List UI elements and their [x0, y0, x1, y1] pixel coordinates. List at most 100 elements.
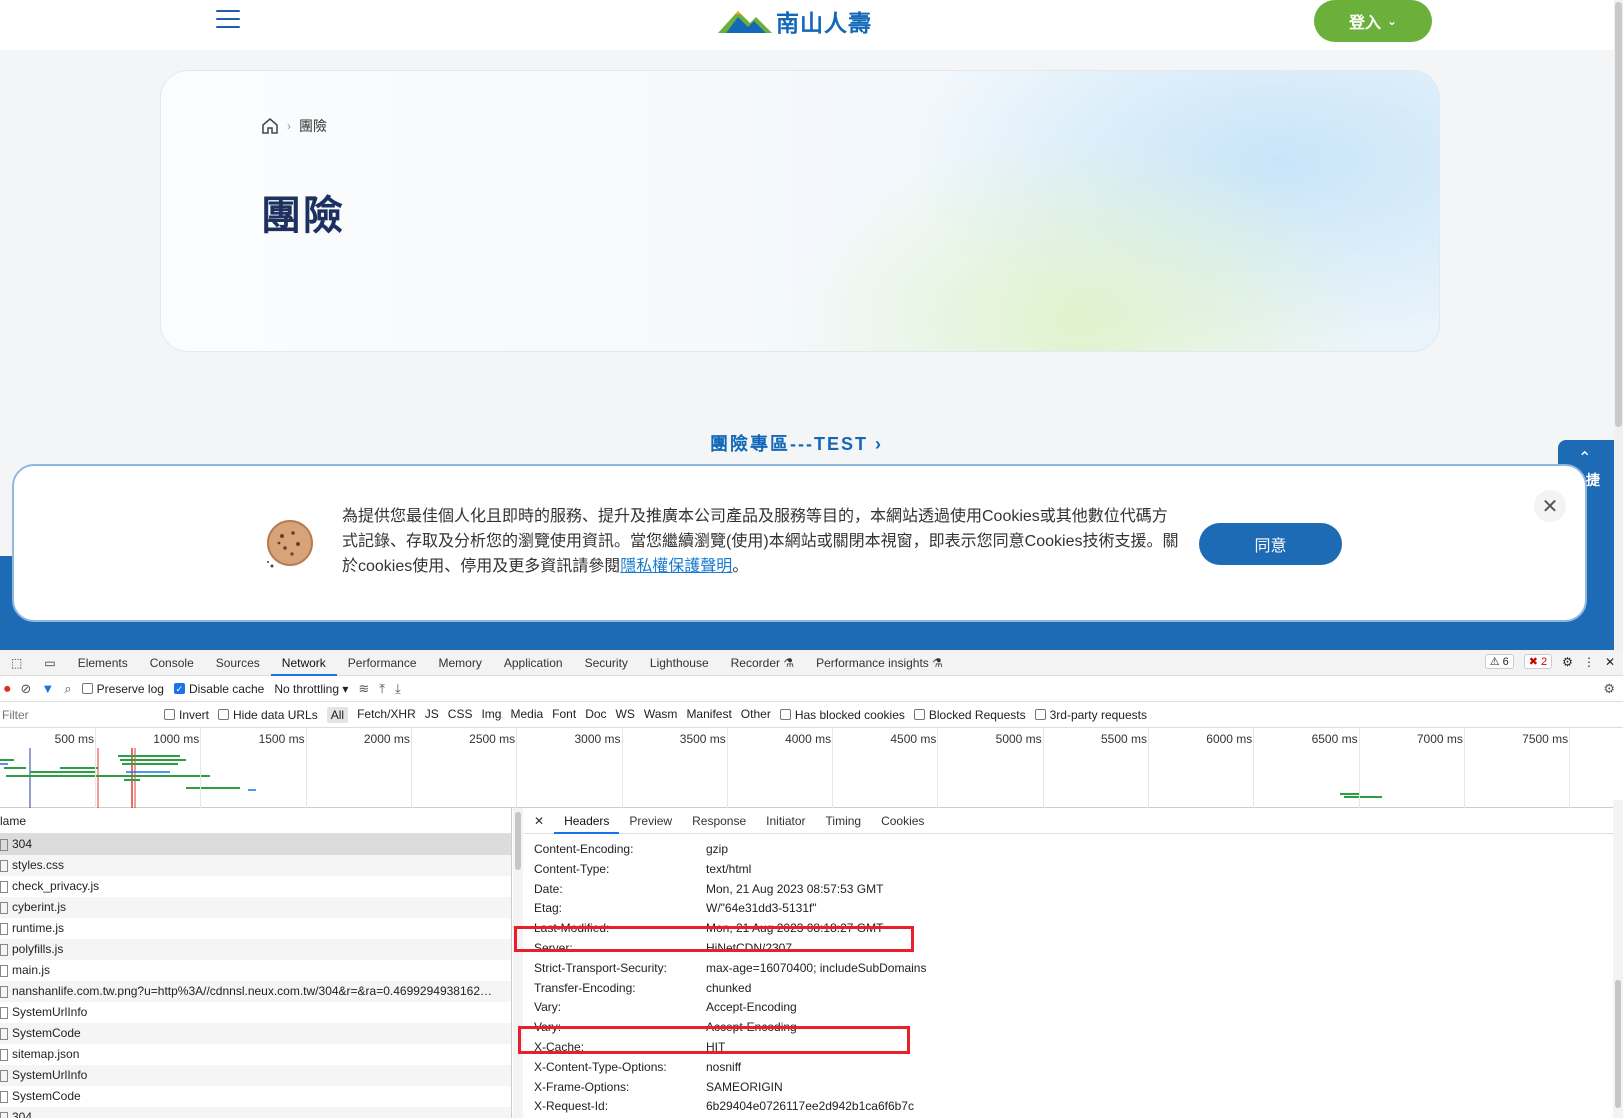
close-devtools-icon[interactable]: ✕	[1605, 655, 1615, 669]
header-name: Date:	[534, 881, 563, 896]
timeline-tick-label: 6000 ms	[1206, 732, 1253, 746]
warning-count: 6	[1502, 656, 1509, 668]
details-tab[interactable]: Initiator	[756, 808, 815, 834]
search-icon[interactable]: ⌕	[64, 681, 71, 697]
request-row[interactable]: cyberint.js	[0, 897, 511, 918]
request-row[interactable]: SystemCode	[0, 1023, 511, 1044]
devtools-tab[interactable]: Security	[574, 650, 639, 676]
preserve-log-checkbox[interactable]: Preserve log	[81, 682, 164, 696]
warnings-badge[interactable]: ⚠ 6	[1484, 654, 1514, 669]
third-party-label: 3rd-party requests	[1049, 707, 1147, 722]
request-row[interactable]: sitemap.json	[0, 1044, 511, 1065]
disable-cache-checkbox[interactable]: ✓ Disable cache	[173, 682, 264, 696]
file-icon	[0, 1048, 8, 1061]
devtools-tab[interactable]: Performance insights ⚗	[805, 650, 954, 676]
devtools-tab[interactable]: Network	[270, 650, 337, 676]
blocked-requests-checkbox[interactable]: Blocked Requests	[913, 708, 1026, 722]
third-party-checkbox[interactable]: 3rd-party requests	[1034, 707, 1147, 722]
device-toggle-icon[interactable]: ▭	[33, 650, 66, 676]
login-button[interactable]: 登入 ⌄	[1314, 0, 1432, 42]
network-settings-icon[interactable]: ⚙	[1603, 681, 1615, 697]
site-logo[interactable]: 南山人壽	[718, 6, 872, 37]
agree-button[interactable]: 同意	[1199, 523, 1342, 565]
chevron-right-icon: ›	[287, 119, 291, 133]
devtools-tab[interactable]: Application	[493, 650, 574, 676]
details-scrollbar[interactable]	[1613, 800, 1623, 1118]
details-tab[interactable]: Headers	[554, 808, 620, 834]
clear-icon[interactable]: ⊘	[21, 681, 32, 697]
devtools-tab[interactable]: Recorder ⚗	[720, 650, 805, 676]
request-row[interactable]: styles.css	[0, 855, 511, 876]
timeline-tick: 3500 ms	[680, 728, 728, 808]
filter-icon[interactable]: ▼	[41, 681, 54, 696]
devtools-tab[interactable]: Lighthouse	[639, 650, 720, 676]
page-scrollbar[interactable]	[1614, 0, 1623, 650]
request-name: check_privacy.js	[12, 879, 100, 893]
request-row[interactable]: SystemUrlInfo	[0, 1065, 511, 1086]
request-row[interactable]: polyfills.js	[0, 939, 511, 960]
more-options-icon[interactable]: ⋮	[1583, 655, 1595, 669]
close-icon[interactable]: ✕	[1534, 490, 1566, 522]
resource-type-filter[interactable]: Wasm	[644, 707, 678, 723]
privacy-policy-link[interactable]: 隱私權保護聲明	[620, 558, 732, 575]
name-column-header[interactable]: lame	[0, 808, 511, 834]
resource-type-filter[interactable]: JS	[425, 707, 439, 723]
quick-tab-label: 捷	[1586, 472, 1600, 488]
devtools-tab[interactable]: Console	[139, 650, 205, 676]
request-row[interactable]: nanshanlife.com.tw.png?u=http%3A//cdnnsl…	[0, 981, 511, 1002]
filter-input[interactable]	[0, 704, 155, 725]
request-row[interactable]: 304	[0, 834, 511, 855]
hide-data-urls-checkbox[interactable]: Hide data URLs	[218, 708, 318, 722]
settings-gear-icon[interactable]: ⚙	[1562, 655, 1573, 669]
resource-type-filter[interactable]: Manifest	[686, 707, 731, 723]
resource-type-filter[interactable]: Font	[552, 707, 576, 723]
devtools-tab[interactable]: Sources	[205, 650, 271, 676]
resource-type-filter[interactable]: Fetch/XHR	[357, 707, 416, 723]
resource-type-filter[interactable]: Img	[481, 707, 501, 723]
timeline-tick-label: 7500 ms	[1522, 732, 1569, 746]
inspect-icon[interactable]: ⬚	[0, 650, 33, 676]
menu-icon[interactable]	[216, 9, 240, 29]
request-row[interactable]: runtime.js	[0, 918, 511, 939]
hero-banner: › 團險 團險	[160, 70, 1440, 352]
invert-label: Invert	[179, 707, 210, 722]
request-list-scrollbar[interactable]	[513, 808, 523, 1118]
header-value: Accept-Encoding	[706, 1000, 797, 1015]
resource-type-filter[interactable]: WS	[616, 707, 635, 723]
request-row[interactable]: check_privacy.js	[0, 876, 511, 897]
errors-badge[interactable]: ✖ 2	[1523, 654, 1553, 669]
resource-type-filter[interactable]: CSS	[448, 707, 473, 723]
devtools-tab[interactable]: Elements	[67, 650, 139, 676]
request-row[interactable]: SystemCode	[0, 1086, 511, 1107]
details-tab[interactable]: Cookies	[871, 808, 934, 834]
header-value: 6b29404e0726117ee2d942b1ca6f6b7c	[706, 1099, 914, 1114]
resource-type-filter[interactable]: Media	[510, 707, 543, 723]
record-icon[interactable]: ⏺	[4, 681, 11, 697]
network-conditions-icon[interactable]: ≋	[358, 681, 369, 697]
devtools-tab[interactable]: Performance	[337, 650, 428, 676]
request-name: nanshanlife.com.tw.png?u=http%3A//cdnnsl…	[12, 984, 492, 998]
hide-data-urls-label: Hide data URLs	[233, 707, 318, 722]
request-row[interactable]: main.js	[0, 960, 511, 981]
resource-type-filter[interactable]: All	[326, 706, 349, 723]
request-row[interactable]: 304	[0, 1107, 511, 1118]
has-blocked-cookies-checkbox[interactable]: Has blocked cookies	[779, 708, 905, 722]
details-tab[interactable]: Preview	[619, 808, 682, 834]
request-row[interactable]: SystemUrlInfo	[0, 1002, 511, 1023]
group-insurance-link[interactable]: 團險專區---TEST ›	[710, 430, 883, 456]
details-tab[interactable]: Timing	[816, 808, 872, 834]
close-details-icon[interactable]: ✕	[524, 808, 554, 834]
import-har-icon[interactable]: ⤒	[379, 681, 385, 697]
network-overview-timeline[interactable]: 500 ms 1000 ms 1500 ms 2000 ms 2500 ms 3000 m…	[0, 728, 1623, 808]
chevron-right-icon: ›	[875, 434, 883, 454]
resource-type-filter[interactable]: Other	[741, 707, 771, 723]
export-har-icon[interactable]: ⤓	[395, 681, 401, 697]
devtools-tab[interactable]: Memory	[428, 650, 493, 676]
home-icon[interactable]	[261, 117, 279, 135]
header-value: gzip	[706, 842, 729, 856]
details-tab[interactable]: Response	[682, 808, 756, 834]
resource-type-filter[interactable]: Doc	[585, 707, 606, 723]
invert-checkbox[interactable]: Invert	[164, 708, 209, 722]
timeline-tick-label: 4000 ms	[785, 732, 832, 746]
throttling-select[interactable]: No throttling ▾	[274, 682, 348, 696]
